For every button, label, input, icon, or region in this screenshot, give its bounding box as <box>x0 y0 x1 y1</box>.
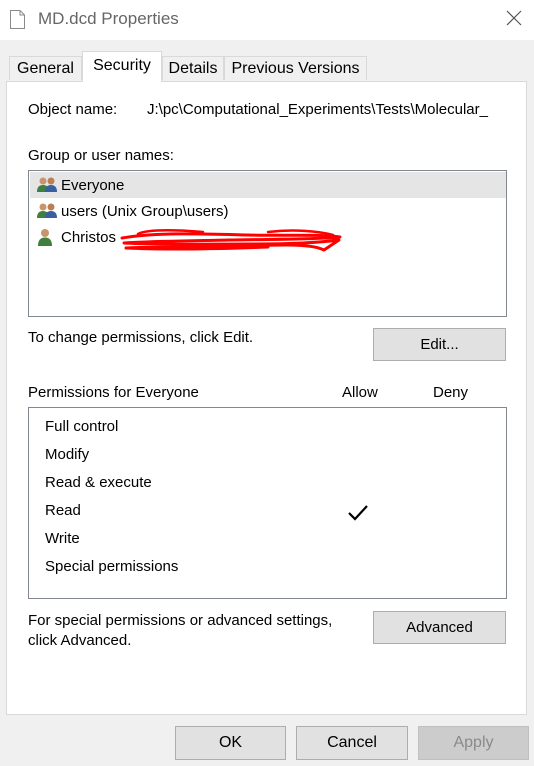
permission-row: Read <box>45 502 81 519</box>
user-label: Christos <box>61 228 117 246</box>
group-names-label: Group or user names: <box>28 147 174 164</box>
edit-button[interactable]: Edit... <box>373 328 506 361</box>
checkmark-icon <box>348 505 368 521</box>
permissions-label: Permissions for Everyone <box>28 384 199 401</box>
title-bar: MD.dcd Properties <box>0 0 534 40</box>
advanced-hint-line1: For special permissions or advanced sett… <box>28 612 333 629</box>
tab-security[interactable]: Security <box>82 51 162 82</box>
tab-general[interactable]: General <box>9 56 82 80</box>
permission-row: Special permissions <box>45 558 179 575</box>
advanced-button[interactable]: Advanced <box>373 611 506 644</box>
deny-header: Deny <box>433 384 469 401</box>
permission-row: Read & execute <box>45 474 152 491</box>
permission-row: Modify <box>45 446 90 463</box>
user-label: users (Unix Group\users) <box>61 202 229 220</box>
list-item-users[interactable]: users (Unix Group\users) <box>30 198 506 224</box>
list-item-everyone[interactable]: Everyone <box>30 172 506 198</box>
user-icon <box>38 229 52 246</box>
permission-row: Full control <box>45 418 119 435</box>
close-button[interactable] <box>494 0 534 36</box>
user-label: Everyone <box>61 176 125 194</box>
change-permissions-hint: To change permissions, click Edit. <box>28 329 254 346</box>
object-name-value: J:\pc\Computational_Experiments\Tests\Mo… <box>147 101 488 118</box>
group-icon <box>37 177 57 192</box>
close-icon <box>506 10 522 26</box>
tab-previous-versions[interactable]: Previous Versions <box>224 56 367 80</box>
permission-row: Write <box>45 530 80 547</box>
permissions-list[interactable]: Full control Modify Read & execute Read … <box>28 407 507 599</box>
group-icon <box>37 203 57 218</box>
tab-details[interactable]: Details <box>162 56 224 80</box>
document-icon <box>10 10 25 29</box>
cancel-button[interactable]: Cancel <box>296 726 408 760</box>
advanced-hint-line2: click Advanced. <box>28 632 132 649</box>
apply-button[interactable]: Apply <box>418 726 529 760</box>
window-title: MD.dcd Properties <box>38 9 179 28</box>
ok-button[interactable]: OK <box>175 726 286 760</box>
object-name-label: Object name: <box>28 101 118 118</box>
redaction-scribble <box>120 229 342 252</box>
allow-header: Allow <box>342 384 378 401</box>
